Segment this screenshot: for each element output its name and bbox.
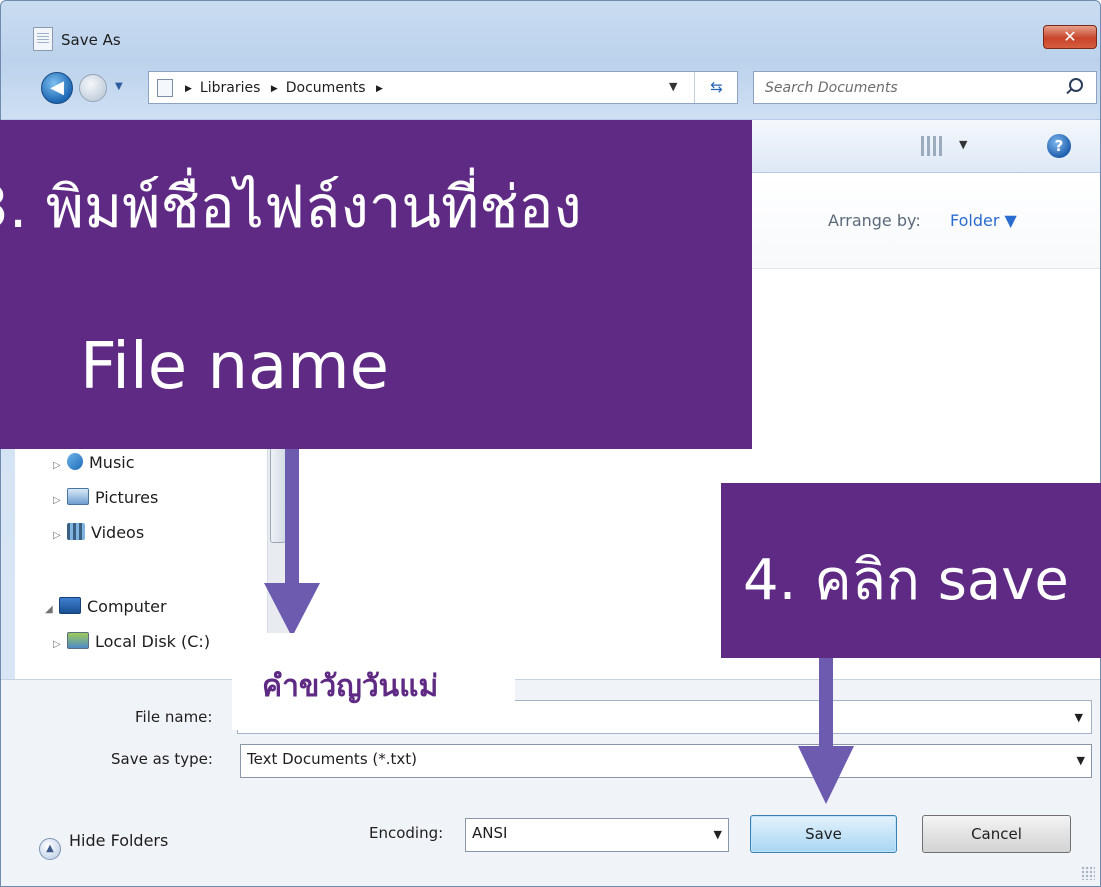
close-button[interactable]: ✕ [1043,25,1097,49]
save-button[interactable]: Save [750,815,897,853]
hide-folders-label: Hide Folders [69,831,169,850]
help-icon[interactable]: ? [1047,134,1071,158]
sidebar-item-computer[interactable]: ◢ Computer [45,597,167,616]
sidebar-item-label: Computer [87,597,167,616]
sidebar-item-videos[interactable]: ▷ Videos [53,523,144,542]
instruction-line-2: File name [80,330,389,404]
breadcrumb: ▶ Libraries ▶ Documents ▶ [185,80,391,96]
sidebar-item-local-disk-c[interactable]: ▷ Local Disk (C:) [53,632,210,651]
arrow-down-icon [264,449,320,637]
file-name-label: File name: [135,708,213,726]
search-placeholder: Search Documents [765,80,898,96]
sidebar-item-label: Videos [91,523,145,542]
save-as-type-label: Save as type: [111,750,213,768]
history-dropdown-icon[interactable]: ▼ [115,81,123,92]
videos-icon [67,523,85,540]
breadcrumb-separator-icon[interactable]: ▶ [376,84,383,94]
instruction-line-1: 3. พิมพ์ชื่อไฟล์งานที่ช่อง [0,173,582,241]
search-icon[interactable] [1069,78,1083,92]
title-bar: Save As ✕ [1,1,1100,65]
refresh-icon[interactable]: ⇆ [694,72,738,103]
resize-grip-icon[interactable] [1081,866,1095,880]
document-icon [33,27,53,51]
sidebar-item-music[interactable]: ▷ Music [53,453,135,472]
save-as-type-value: Text Documents (*.txt) [247,750,418,768]
music-icon [67,453,83,470]
expand-icon[interactable]: ▷ [53,530,67,541]
encoding-select[interactable]: ANSI ▼ [465,818,729,852]
step4-text: 4. คลิก save [743,548,1069,613]
drive-icon [67,632,89,649]
view-dropdown-icon[interactable]: ▼ [959,138,967,151]
library-icon [157,79,173,97]
view-options-icon[interactable] [921,136,943,156]
breadcrumb-libraries[interactable]: Libraries [200,80,260,96]
filename-callout: คำขวัญวันแม่ [232,633,515,730]
expand-icon[interactable]: ▷ [53,460,67,471]
hide-folders-button[interactable]: ▲ Hide Folders [39,831,168,860]
breadcrumb-separator-icon[interactable]: ▶ [185,84,192,94]
instruction-banner-step3: 3. พิมพ์ชื่อไฟล์งานที่ช่อง File name [0,120,752,449]
expand-icon[interactable]: ▷ [53,639,67,650]
filename-callout-text: คำขวัญวันแม่ [262,669,439,704]
hide-folders-icon: ▲ [39,838,61,860]
address-dropdown-icon[interactable]: ▼ [669,80,677,93]
instruction-banner-step4: 4. คลิก save [721,483,1101,658]
breadcrumb-separator-icon[interactable]: ▶ [271,84,278,94]
breadcrumb-documents[interactable]: Documents [286,80,366,96]
sidebar-item-pictures[interactable]: ▷ Pictures [53,488,158,507]
window-title: Save As [61,31,121,49]
arrange-by-label: Arrange by: [828,211,921,230]
forward-button[interactable] [79,74,107,102]
cancel-button[interactable]: Cancel [922,815,1071,853]
address-bar[interactable]: ▶ Libraries ▶ Documents ▶ ▼ ⇆ [148,71,738,104]
arrow-down-icon [798,658,854,804]
encoding-value: ANSI [472,824,508,842]
chevron-down-icon: ▼ [713,828,722,841]
file-name-dropdown-icon[interactable]: ▼ [1075,711,1083,724]
save-as-type-select[interactable]: Text Documents (*.txt) ▼ [240,744,1092,778]
sidebar-item-label: Music [89,453,135,472]
collapse-icon[interactable]: ◢ [45,604,59,615]
back-button[interactable]: ◀ [41,72,73,104]
sidebar-item-label: Pictures [95,488,159,507]
search-input[interactable]: Search Documents [753,71,1097,104]
encoding-label: Encoding: [369,824,444,842]
chevron-down-icon: ▼ [1076,754,1085,767]
save-form: File name: ▼ Save as type: Text Document… [1,679,1100,886]
computer-icon [59,597,81,614]
arrange-by-dropdown[interactable]: Folder ▼ [950,211,1017,230]
pictures-icon [67,488,89,505]
sidebar-item-label: Local Disk (C:) [95,632,211,651]
expand-icon[interactable]: ▷ [53,495,67,506]
